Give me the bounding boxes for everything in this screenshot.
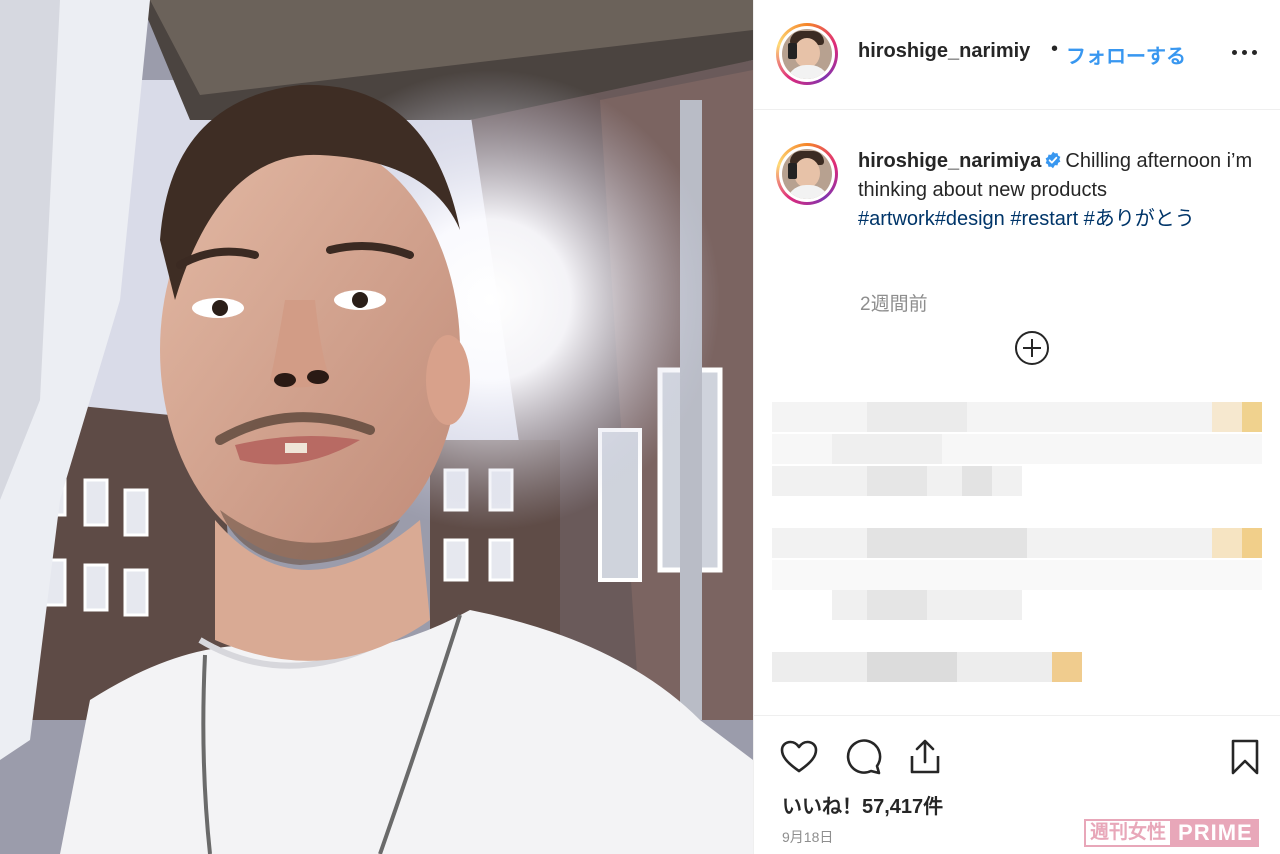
hashtag-artwork[interactable]: #artwork	[858, 208, 935, 230]
censored-comments	[772, 400, 1280, 710]
more-options-icon[interactable]	[1232, 40, 1262, 62]
post-date: 9月18日	[782, 829, 834, 845]
hashtag-design[interactable]: #design	[935, 208, 1005, 230]
caption-avatar[interactable]	[776, 143, 838, 205]
comment-icon[interactable]	[842, 736, 884, 778]
post-time-ago: 2週間前	[860, 294, 928, 315]
post-side-panel: hiroshige_narimiy • フォローする hiroshige_nar…	[753, 0, 1280, 854]
watermark-jp: 週刊女性	[1084, 819, 1173, 847]
verified-badge-icon	[1046, 151, 1061, 169]
post-photo	[0, 0, 753, 854]
watermark-en: PRIME	[1172, 819, 1259, 847]
header-username[interactable]: hiroshige_narimiy	[858, 40, 1030, 63]
caption-username[interactable]: hiroshige_narimiya	[858, 150, 1041, 172]
follow-button[interactable]: フォローする	[1066, 40, 1186, 69]
post-caption: hiroshige_narimiya Chilling afternoon i’m…	[858, 147, 1258, 234]
header-avatar[interactable]	[776, 23, 838, 85]
heart-icon[interactable]	[778, 736, 820, 778]
hashtag-arigatou[interactable]: #ありがとう	[1078, 208, 1195, 230]
publisher-watermark: 週刊女性 PRIME	[1084, 818, 1259, 848]
selfie-image	[0, 0, 753, 854]
share-icon[interactable]	[904, 736, 946, 778]
like-count[interactable]: いいね！57,417件	[782, 790, 943, 819]
plus-circle-icon[interactable]	[1014, 330, 1050, 366]
hashtag-restart[interactable]: #restart	[1005, 208, 1078, 230]
header-separator: •	[1051, 38, 1059, 60]
post-header: hiroshige_narimiy • フォローする	[754, 0, 1280, 110]
bookmark-icon[interactable]	[1224, 736, 1266, 778]
